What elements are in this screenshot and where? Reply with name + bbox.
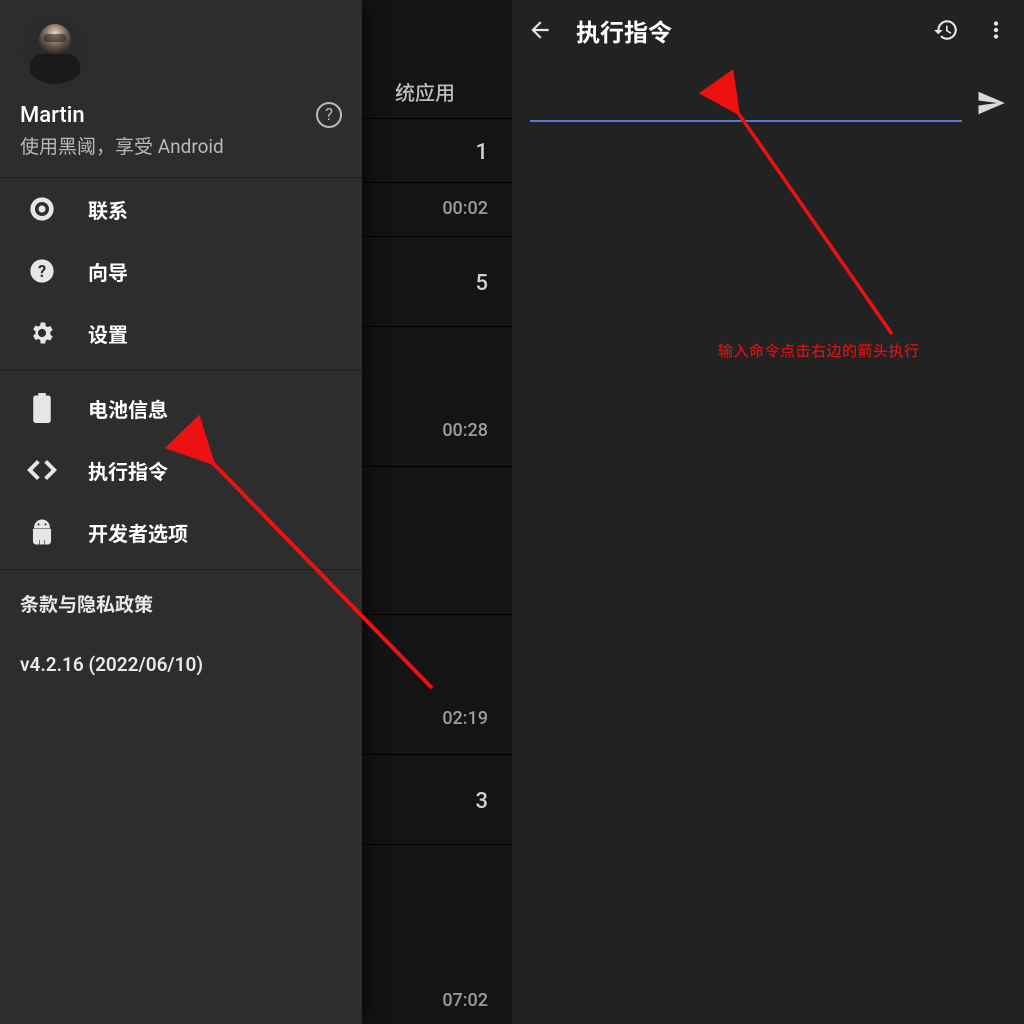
drawer-version: v4.2.16 (2022/06/10) [20,653,342,676]
history-icon[interactable] [932,16,960,44]
annotation-text: 输入命令点击右边的箭头执行 [718,340,920,361]
back-icon[interactable] [526,16,554,44]
drawer-item-label: 电池信息 [88,394,168,423]
profile-tagline: 使用黑阈，享受 Android [20,132,342,159]
drawer-item-settings[interactable]: 设置 [0,302,362,364]
background-app-peek: 统应用 1 00:02 5 00:28 02:19 3 07:02 [362,0,512,1024]
list-time: 07:02 [362,976,512,1024]
drawer-item-label: 联系 [88,195,128,224]
page-title: 执行指令 [576,13,910,48]
drawer-item-execute[interactable]: 执行指令 [0,439,362,501]
list-value: 5 [362,248,512,318]
right-screenshot: 执行指令 输入命令点击右边的箭头执行 [512,0,1024,1024]
gear-icon [26,317,58,349]
battery-icon [26,392,58,424]
svg-text:?: ? [38,262,46,281]
drawer-item-wizard[interactable]: ? 向导 [0,240,362,302]
command-input[interactable] [530,92,962,122]
list-time: 00:28 [362,400,512,460]
drawer-item-label: 向导 [88,257,128,286]
more-icon[interactable] [982,16,1010,44]
drawer-item-label: 设置 [88,319,128,348]
navigation-drawer: Martin ? 使用黑阈，享受 Android 联系 ? 向导 设置 [0,0,362,1024]
drawer-item-label: 执行指令 [88,456,168,485]
drawer-item-contact[interactable]: 联系 [0,178,362,240]
appbar: 执行指令 [512,0,1024,60]
list-value: 3 [362,766,512,836]
drawer-item-label: 开发者选项 [88,518,188,547]
help-icon[interactable]: ? [316,102,342,128]
list-time: 00:02 [362,182,512,234]
drawer-terms-link[interactable]: 条款与隐私政策 [20,590,342,617]
avatar[interactable] [20,14,90,84]
left-screenshot: 统应用 1 00:02 5 00:28 02:19 3 07:02 [0,0,512,1024]
background-tab-label[interactable]: 统应用 [362,66,512,116]
drawer-item-devopts[interactable]: 开发者选项 [0,501,362,563]
send-icon[interactable] [976,88,1006,122]
annotation-arrow-right [512,0,1024,1024]
code-icon [26,454,58,486]
lifebuoy-icon [26,193,58,225]
drawer-item-battery[interactable]: 电池信息 [0,377,362,439]
list-value: 1 [362,125,512,180]
drawer-profile[interactable]: Martin ? 使用黑阈，享受 Android [0,0,362,177]
profile-name: Martin [20,103,85,128]
list-time: 02:19 [362,688,512,748]
android-icon [26,516,58,548]
question-icon: ? [26,255,58,287]
